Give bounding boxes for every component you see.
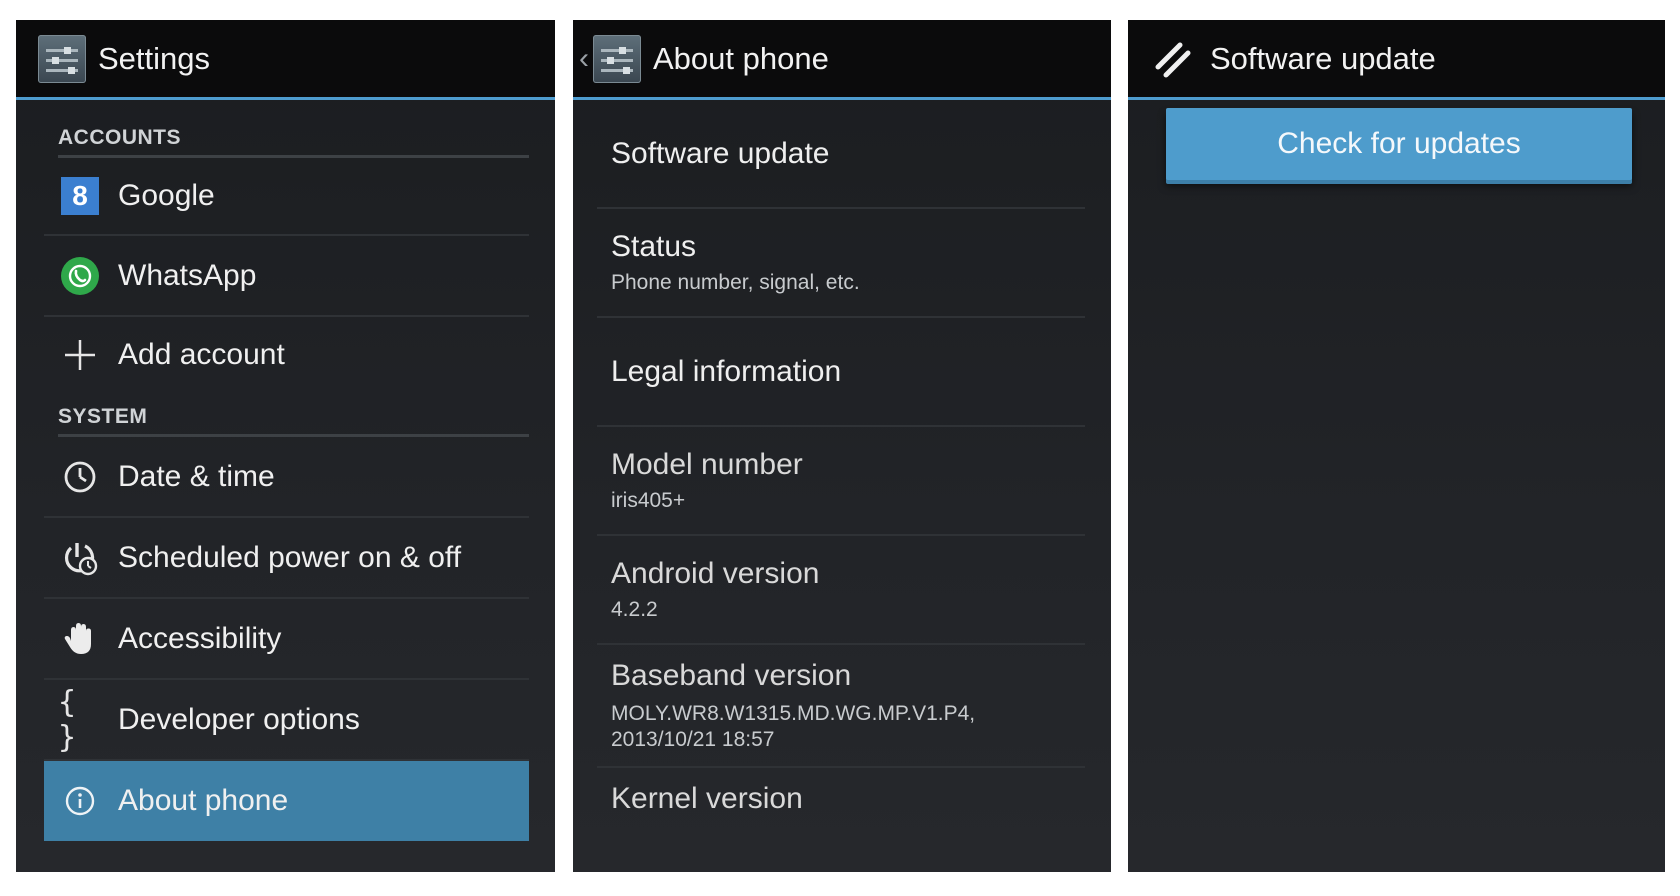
about-item-title: Legal information bbox=[611, 354, 842, 388]
about-item-baseband-version: Baseband version MOLY.WR8.W1315.MD.WG.MP… bbox=[597, 645, 1085, 768]
clock-icon bbox=[58, 460, 102, 494]
google-icon: 8 bbox=[58, 177, 102, 215]
settings-item-developer-options[interactable]: { } Developer options bbox=[44, 680, 529, 761]
power-clock-icon bbox=[58, 539, 102, 577]
section-header-accounts: ACCOUNTS bbox=[58, 100, 529, 158]
settings-app-icon[interactable] bbox=[593, 34, 641, 83]
about-item-software-update[interactable]: Software update bbox=[597, 100, 1085, 209]
settings-item-date-time[interactable]: Date & time bbox=[44, 437, 529, 518]
settings-item-about-phone[interactable]: About phone bbox=[44, 761, 529, 841]
about-item-title: Status bbox=[611, 229, 697, 263]
software-update-icon[interactable] bbox=[1152, 37, 1196, 81]
braces-icon: { } bbox=[58, 684, 79, 755]
about-item-kernel-version: Kernel version bbox=[597, 768, 1085, 838]
whatsapp-icon bbox=[58, 256, 102, 295]
about-item-status[interactable]: Status Phone number, signal, etc. bbox=[597, 209, 1085, 318]
settings-action-bar: Settings bbox=[16, 20, 555, 100]
about-item-title: Model number bbox=[611, 447, 803, 481]
hand-icon bbox=[58, 621, 102, 657]
about-item-title: Kernel version bbox=[611, 782, 803, 815]
check-for-updates-button[interactable]: Check for updates bbox=[1166, 108, 1632, 180]
settings-screen: Settings ACCOUNTS 8 Google WhatsApp Add … bbox=[16, 20, 555, 872]
about-action-bar: ‹ About phone bbox=[573, 20, 1111, 100]
settings-item-label: About phone bbox=[118, 784, 289, 817]
settings-item-label: Google bbox=[118, 179, 215, 212]
section-header-system: SYSTEM bbox=[58, 393, 529, 437]
settings-item-label: Date & time bbox=[118, 459, 275, 493]
settings-app-icon[interactable] bbox=[38, 34, 86, 83]
software-update-screen: Software update Check for updates bbox=[1128, 20, 1665, 872]
about-item-title: Software update bbox=[611, 136, 830, 170]
plus-icon bbox=[58, 338, 102, 372]
about-item-subtitle: 4.2.2 bbox=[611, 597, 658, 621]
about-item-title: Android version bbox=[611, 556, 820, 590]
settings-item-whatsapp[interactable]: WhatsApp bbox=[44, 236, 529, 317]
update-title: Software update bbox=[1210, 40, 1436, 76]
settings-item-label: Accessibility bbox=[118, 621, 282, 655]
settings-item-google[interactable]: 8 Google bbox=[44, 158, 529, 236]
settings-item-add-account[interactable]: Add account bbox=[44, 317, 529, 393]
about-item-legal-information[interactable]: Legal information bbox=[597, 318, 1085, 427]
settings-item-label: Scheduled power on & off bbox=[118, 540, 462, 574]
about-item-subtitle: iris405+ bbox=[611, 488, 686, 512]
update-action-bar: Software update bbox=[1128, 20, 1665, 100]
about-item-subtitle: Phone number, signal, etc. bbox=[611, 270, 860, 294]
about-title: About phone bbox=[653, 40, 829, 76]
settings-item-label: Developer options bbox=[118, 702, 360, 736]
info-icon bbox=[58, 785, 102, 817]
about-item-model-number: Model number iris405+ bbox=[597, 427, 1085, 536]
about-item-subtitle-line-2: 2013/10/21 18:57 bbox=[611, 727, 775, 751]
about-item-android-version[interactable]: Android version 4.2.2 bbox=[597, 536, 1085, 645]
settings-title: Settings bbox=[98, 40, 211, 76]
about-item-title: Baseband version bbox=[611, 658, 852, 692]
settings-item-label: Add account bbox=[118, 338, 285, 371]
settings-item-label: WhatsApp bbox=[118, 258, 257, 292]
about-phone-screen: ‹ About phone Software update Status Pho… bbox=[573, 20, 1111, 872]
about-item-subtitle: MOLY.WR8.W1315.MD.WG.MP.V1.P4, bbox=[611, 701, 976, 725]
up-caret-icon[interactable]: ‹ bbox=[579, 42, 589, 76]
settings-item-scheduled-power[interactable]: Scheduled power on & off bbox=[44, 518, 529, 599]
settings-item-accessibility[interactable]: Accessibility bbox=[44, 599, 529, 680]
